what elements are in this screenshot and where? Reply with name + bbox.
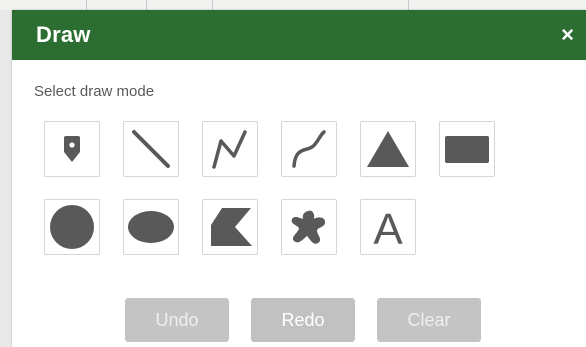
- tool-polyline[interactable]: [202, 121, 258, 177]
- draw-mode-label: Select draw mode: [34, 83, 155, 100]
- draw-mode-grid: A: [44, 121, 518, 255]
- redo-button[interactable]: Redo: [251, 298, 355, 342]
- undo-button[interactable]: Undo: [125, 298, 229, 342]
- tool-freehand-line[interactable]: [281, 121, 337, 177]
- map-background: [0, 0, 586, 10]
- tool-ellipse[interactable]: [123, 199, 179, 255]
- circle-icon: [50, 205, 94, 249]
- triangle-icon: [367, 131, 409, 167]
- close-icon[interactable]: ×: [561, 24, 574, 46]
- panel-title: Draw: [36, 22, 91, 47]
- panel-header: Draw ×: [12, 10, 586, 60]
- ellipse-icon: [128, 211, 174, 243]
- rectangle-icon: [445, 136, 489, 163]
- text-icon: A: [373, 205, 403, 249]
- polyline-icon: [212, 130, 247, 169]
- straight-line-icon: [132, 130, 170, 168]
- tool-freehand-polygon[interactable]: [281, 199, 337, 255]
- polygon-icon: [211, 208, 252, 246]
- tool-rectangle[interactable]: [439, 121, 495, 177]
- text-glyph: A: [373, 205, 403, 249]
- draw-panel: Draw × Select draw mode A Undo Redo Clea…: [12, 10, 586, 347]
- tool-triangle[interactable]: [360, 121, 416, 177]
- tool-point[interactable]: [44, 121, 100, 177]
- tool-row: A: [44, 199, 518, 255]
- freehand-polygon-icon: [291, 210, 326, 244]
- tool-circle[interactable]: [44, 199, 100, 255]
- action-bar: Undo Redo Clear: [125, 298, 503, 342]
- map-pin-icon: [64, 136, 80, 162]
- tool-row: [44, 121, 518, 177]
- tool-line[interactable]: [123, 121, 179, 177]
- tool-text[interactable]: A: [360, 199, 416, 255]
- freehand-line-icon: [292, 130, 326, 168]
- tool-polygon[interactable]: [202, 199, 258, 255]
- clear-button[interactable]: Clear: [377, 298, 481, 342]
